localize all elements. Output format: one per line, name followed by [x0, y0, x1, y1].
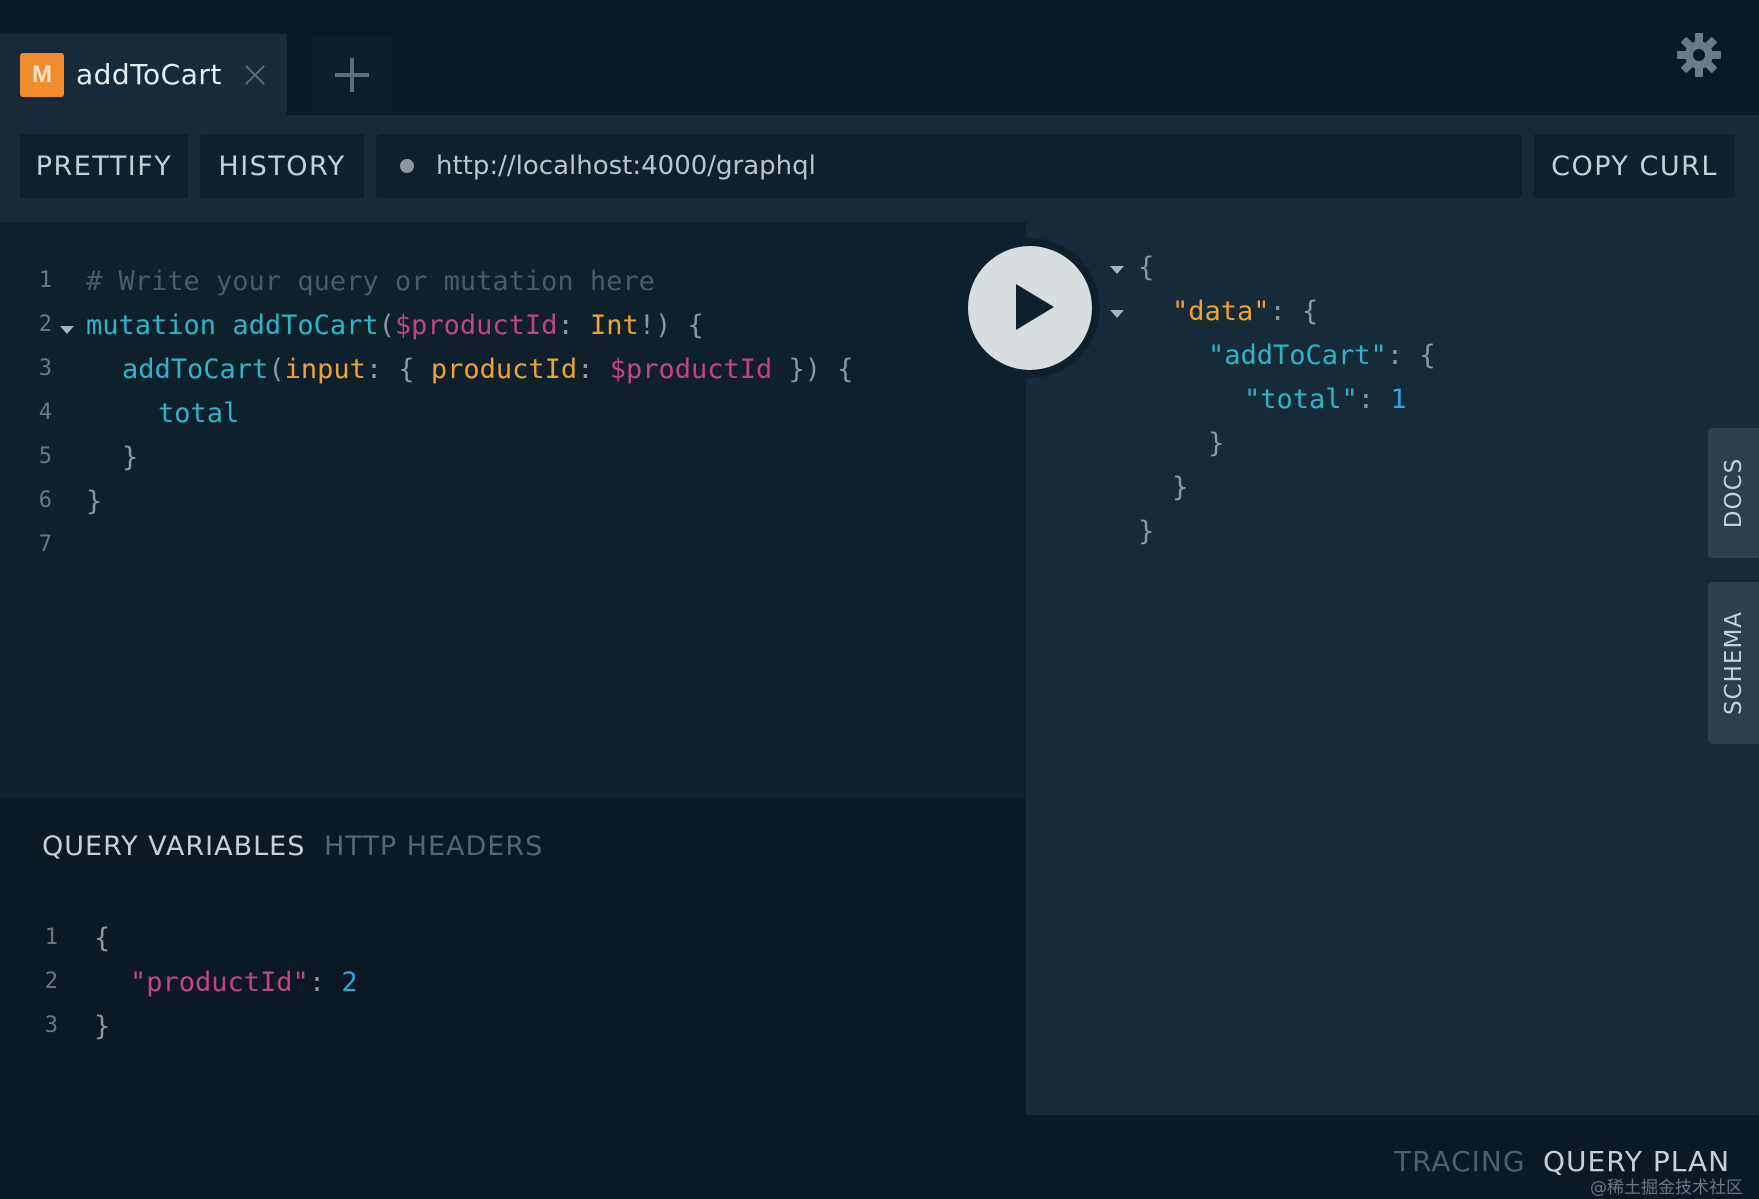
line-number: 2 — [38, 312, 52, 337]
line-number: 1 — [44, 925, 58, 950]
result-line-1: { — [1138, 252, 1155, 283]
tab-http-headers[interactable]: HTTP HEADERS — [324, 831, 543, 862]
tab-bar: M addToCart — [0, 0, 1759, 115]
watermark: @稀土掘金技术社区 — [1590, 1178, 1743, 1198]
history-button[interactable]: HISTORY — [200, 134, 364, 198]
prettify-button[interactable]: PRETTIFY — [20, 134, 188, 198]
tab-tracing[interactable]: TRACING — [1394, 1145, 1526, 1178]
query-editor[interactable]: 1 2 3 4 5 6 7 # Write your query or muta… — [0, 222, 1026, 799]
line-number: 7 — [38, 532, 52, 557]
result-pane: { "data": { "addToCart": { "total": 1 } … — [1026, 222, 1759, 1115]
schema-side-tab[interactable]: SCHEMA — [1708, 582, 1759, 744]
variables-line-1[interactable]: { — [94, 923, 110, 954]
code-line-1: # Write your query or mutation here — [86, 266, 655, 297]
code-line-2: mutation addToCart($productId: Int!) { — [86, 310, 704, 341]
result-line-6: } — [1172, 472, 1189, 503]
line-number: 5 — [38, 444, 52, 469]
line-number: 6 — [38, 488, 52, 513]
line-number: 4 — [38, 400, 52, 425]
result-line-3: "addToCart": { — [1208, 340, 1436, 371]
fold-arrow-icon[interactable] — [1110, 266, 1124, 274]
toolbar: PRETTIFY HISTORY http://localhost:4000/g… — [0, 115, 1759, 222]
result-line-5: } — [1208, 428, 1225, 459]
mutation-badge: M — [20, 52, 64, 97]
add-tab-button[interactable] — [312, 36, 392, 114]
result-line-7: } — [1138, 516, 1155, 547]
copy-curl-button[interactable]: COPY CURL — [1534, 134, 1735, 198]
endpoint-url-input[interactable]: http://localhost:4000/graphql — [376, 134, 1522, 198]
docs-side-tab[interactable]: DOCS — [1708, 428, 1759, 558]
code-line-4: total — [158, 398, 240, 429]
gear-icon[interactable] — [1676, 32, 1722, 78]
bottom-bar: TRACING QUERY PLAN @稀土掘金技术社区 — [0, 1115, 1759, 1199]
line-number: 2 — [44, 969, 58, 994]
variables-line-2[interactable]: "productId": 2 — [130, 967, 358, 998]
result-line-4: "total": 1 — [1244, 384, 1407, 415]
tab-addtocart[interactable]: M addToCart — [0, 34, 287, 115]
execute-query-button[interactable] — [968, 246, 1092, 370]
result-line-2: "data": { — [1172, 296, 1319, 327]
status-dot-icon — [400, 159, 414, 173]
schema-label: SCHEMA — [1720, 610, 1747, 716]
line-number: 1 — [38, 268, 52, 293]
code-line-3: addToCart(input: { productId: $productId… — [122, 354, 854, 385]
docs-label: DOCS — [1720, 457, 1747, 529]
close-icon[interactable] — [242, 62, 268, 88]
line-number: 3 — [38, 356, 52, 381]
code-line-6: } — [86, 486, 103, 517]
tab-title: addToCart — [76, 58, 222, 91]
line-number: 3 — [44, 1013, 58, 1038]
tab-query-variables[interactable]: QUERY VARIABLES — [42, 831, 305, 862]
fold-arrow-icon[interactable] — [60, 326, 74, 334]
code-line-5: } — [122, 442, 139, 473]
variables-line-3[interactable]: } — [94, 1011, 110, 1042]
variables-pane: QUERY VARIABLES HTTP HEADERS 1 2 3 { "pr… — [0, 799, 1026, 1115]
endpoint-url-text: http://localhost:4000/graphql — [436, 151, 816, 181]
fold-arrow-icon[interactable] — [1110, 310, 1124, 318]
